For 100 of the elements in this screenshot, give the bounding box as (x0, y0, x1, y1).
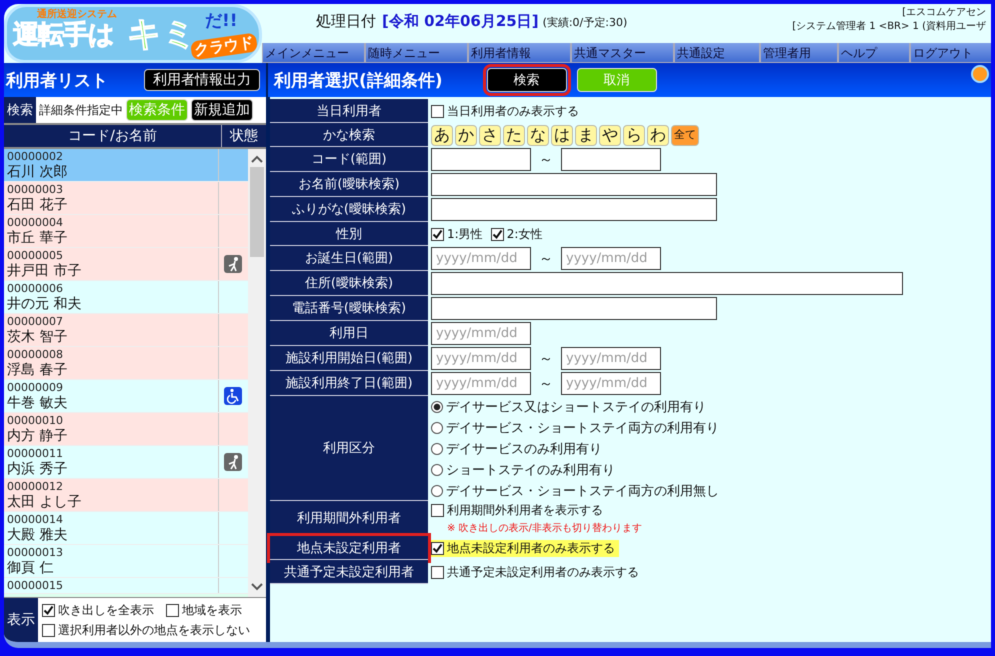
tilde: ～ (539, 374, 553, 392)
user-row[interactable]: 00000012 太田 よし子 (4, 479, 248, 512)
radio-option[interactable]: ショートステイのみ利用有り (431, 460, 903, 479)
user-code: 00000012 (7, 480, 64, 494)
checkbox-label[interactable]: 吹き出しを全表示 (42, 602, 154, 618)
user-code: 00000004 (7, 216, 64, 230)
text-field[interactable] (431, 198, 717, 221)
user-row[interactable]: 00000002 石川 次郎 (4, 149, 248, 182)
user-row[interactable]: 00000010 内方 静子 (4, 413, 248, 446)
field-label: ふりがな(曖昧検索) (270, 197, 428, 222)
scroll-down-icon[interactable] (251, 583, 264, 591)
radio-button[interactable] (431, 422, 443, 434)
text-field[interactable] (431, 173, 717, 196)
checkbox[interactable] (431, 228, 444, 240)
checkbox-label[interactable]: 選択利用者以外の地点を表示しない (42, 622, 250, 638)
range-end-field[interactable]: yyyy/mm/dd (561, 247, 661, 270)
checkbox[interactable] (431, 504, 444, 517)
display-label: 表示 (4, 598, 38, 642)
user-row[interactable]: 00000003 石田 花子 (4, 182, 248, 215)
kana-button[interactable]: ま (575, 124, 597, 146)
export-button[interactable]: 利用者情報出力 (144, 69, 260, 91)
user-row[interactable]: 00000004 市丘 華子 (4, 215, 248, 248)
range-end-field[interactable]: yyyy/mm/dd (561, 347, 661, 370)
user-name: 大殿 雅夫 (7, 526, 68, 544)
radio-button[interactable] (431, 484, 443, 496)
kana-button[interactable]: さ (479, 124, 501, 146)
checkbox-label[interactable]: 地点未設定利用者のみ表示する (431, 540, 619, 556)
kana-button[interactable]: か (455, 124, 477, 146)
text-field[interactable] (431, 272, 903, 295)
user-row[interactable]: 00000007 茨木 智子 (4, 314, 248, 347)
scrollbar-thumb[interactable] (250, 167, 264, 257)
range-start-field[interactable]: yyyy/mm/dd (431, 347, 531, 370)
checkbox[interactable] (42, 604, 55, 616)
kana-button[interactable]: あ (431, 124, 453, 146)
user-code: 00000015 (7, 578, 64, 592)
checkbox-label[interactable]: 当日利用者のみ表示する (431, 102, 579, 120)
user-name: 茨木 智子 (7, 328, 68, 346)
field-label: 利用日 (270, 321, 428, 346)
checkbox-label[interactable]: 利用期間外利用者を表示する (431, 502, 603, 519)
radio-option[interactable]: デイサービス又はショートステイの利用有り (431, 397, 903, 416)
date-field[interactable]: yyyy/mm/dd (431, 322, 531, 345)
kana-button[interactable]: は (551, 124, 573, 146)
field-label: 性別 (270, 222, 428, 246)
search-status: 詳細条件指定中 (38, 102, 124, 118)
user-row[interactable]: 00000011 内浜 秀子 (4, 446, 248, 479)
checkbox[interactable] (490, 228, 504, 240)
user-code: 00000003 (7, 182, 64, 196)
text-field[interactable] (431, 297, 717, 320)
radio-option[interactable]: デイサービス・ショートステイ両方の利用有り (431, 418, 903, 437)
radio-option[interactable]: デイサービス・ショートステイ両方の利用無し (431, 481, 903, 500)
range-start-field[interactable] (431, 148, 531, 171)
office-name: [エスコムケアセン (902, 6, 986, 20)
kana-button[interactable]: ら (623, 124, 645, 146)
checkbox[interactable] (42, 624, 55, 636)
field-label: お誕生日(範囲) (270, 246, 428, 271)
user-row[interactable]: 00000006 井の元 和夫 (4, 281, 248, 314)
field-label: 利用期間外利用者 (270, 501, 428, 536)
kana-button[interactable]: た (503, 124, 525, 146)
field-label: 利用区分 (270, 396, 428, 501)
kana-button[interactable]: な (527, 124, 549, 146)
field-label: かな検索 (270, 123, 428, 147)
user-row[interactable]: 00000005 井戸田 市子 (4, 248, 248, 281)
range-end-field[interactable]: yyyy/mm/dd (561, 372, 661, 395)
radio-button[interactable] (431, 464, 443, 476)
user-row[interactable]: 00000015 (4, 578, 248, 594)
user-row[interactable]: 00000013 御頁 仁 (4, 545, 248, 578)
column-header: 状態 (229, 127, 259, 146)
checkbox[interactable] (431, 104, 444, 118)
user-name: 内浜 秀子 (7, 460, 68, 478)
radio-button[interactable] (431, 400, 443, 412)
user-row[interactable]: 00000008 浮島 春子 (4, 347, 248, 380)
checkbox-label[interactable]: 2:女性 (490, 226, 542, 242)
user-code: 00000002 (7, 150, 64, 164)
kana-button[interactable]: や (599, 124, 621, 146)
radio-option[interactable]: デイサービスのみ利用有り (431, 439, 903, 458)
scroll-up-icon[interactable] (251, 155, 264, 163)
checkbox-label[interactable]: 共通予定未設定利用者のみ表示する (431, 564, 639, 580)
help-icon[interactable] (969, 65, 991, 83)
all-button[interactable]: 全て (671, 124, 699, 146)
panel-title: 利用者リスト (6, 70, 108, 92)
user-name: 太田 よし子 (7, 494, 82, 510)
checkbox[interactable] (166, 604, 179, 616)
add-button[interactable]: 新規追加 (191, 99, 253, 121)
checkbox-label[interactable]: 1:男性 (431, 226, 483, 242)
range-end-field[interactable] (561, 148, 661, 171)
user-name: 御頁 仁 (7, 560, 54, 576)
kana-button[interactable]: わ (647, 124, 669, 146)
user-row[interactable]: 00000009 牛巻 敏夫 (4, 380, 248, 413)
field-label: 施設利用開始日(範囲) (270, 346, 428, 371)
counts-text: (実績:0/予定:30) (542, 15, 628, 30)
radio-button[interactable] (431, 442, 443, 454)
user-row[interactable]: 00000014 大殿 雅夫 (4, 512, 248, 545)
checkbox-label[interactable]: 地域を表示 (166, 602, 242, 618)
checkbox[interactable] (431, 566, 444, 578)
checkbox[interactable] (431, 542, 444, 554)
tilde: ～ (539, 250, 553, 268)
user-name: 内方 静子 (7, 428, 68, 444)
range-start-field[interactable]: yyyy/mm/dd (431, 247, 531, 270)
range-start-field[interactable]: yyyy/mm/dd (431, 372, 531, 395)
scrollbar[interactable] (248, 149, 266, 597)
